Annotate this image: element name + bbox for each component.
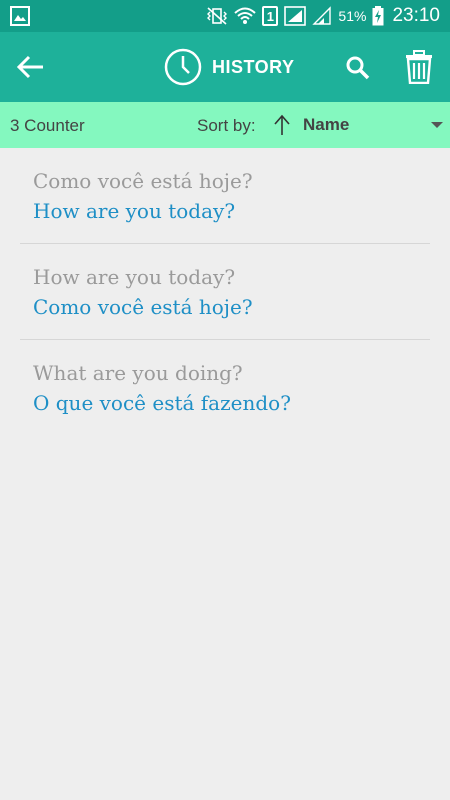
history-item[interactable]: What are you doing? O que você está faze…	[20, 340, 430, 436]
battery-percent: 51%	[338, 8, 367, 24]
sort-bar: 3 Counter Sort by: Name	[0, 102, 450, 148]
source-text: What are you doing?	[33, 361, 243, 385]
translation-text: O que você está fazendo?	[33, 391, 291, 415]
status-bar: 1 51% 23:10	[0, 0, 450, 32]
page-title: HISTORY	[212, 56, 295, 77]
back-arrow-icon	[16, 55, 43, 79]
sort-ascending-icon[interactable]	[272, 113, 292, 137]
trash-icon	[406, 50, 432, 84]
dropdown-caret-icon	[431, 122, 443, 128]
sort-by-label: Sort by:	[197, 116, 256, 135]
battery-charging-icon	[372, 6, 384, 26]
title-area: HISTORY	[164, 46, 295, 88]
app-bar: HISTORY	[0, 32, 450, 102]
signal-strength-icon	[284, 6, 307, 26]
sim-slot-badge: 1	[262, 6, 279, 26]
search-icon	[346, 56, 370, 80]
wifi-icon	[234, 7, 257, 24]
status-time: 23:10	[392, 5, 440, 26]
history-counter: 3 Counter	[10, 116, 85, 135]
signal-strength-2-icon	[312, 6, 332, 25]
history-item[interactable]: Como você está hoje? How are you today?	[20, 148, 430, 244]
sort-field-value: Name	[303, 115, 350, 134]
status-icons: 1 51% 23:10	[206, 0, 440, 32]
back-button[interactable]	[12, 49, 50, 85]
vibrate-mute-icon	[207, 7, 228, 25]
history-list: Como você está hoje? How are you today? …	[20, 148, 430, 436]
source-text: How are you today?	[33, 265, 236, 289]
translation-text: Como você está hoje?	[33, 295, 253, 319]
clock-icon	[164, 48, 202, 86]
history-item[interactable]: How are you today? Como você está hoje?	[20, 244, 430, 340]
gallery-notification-icon	[10, 6, 30, 26]
source-text: Como você está hoje?	[33, 169, 253, 193]
delete-all-button[interactable]	[400, 48, 438, 86]
translation-text: How are you today?	[33, 199, 236, 223]
search-button[interactable]	[340, 50, 376, 86]
